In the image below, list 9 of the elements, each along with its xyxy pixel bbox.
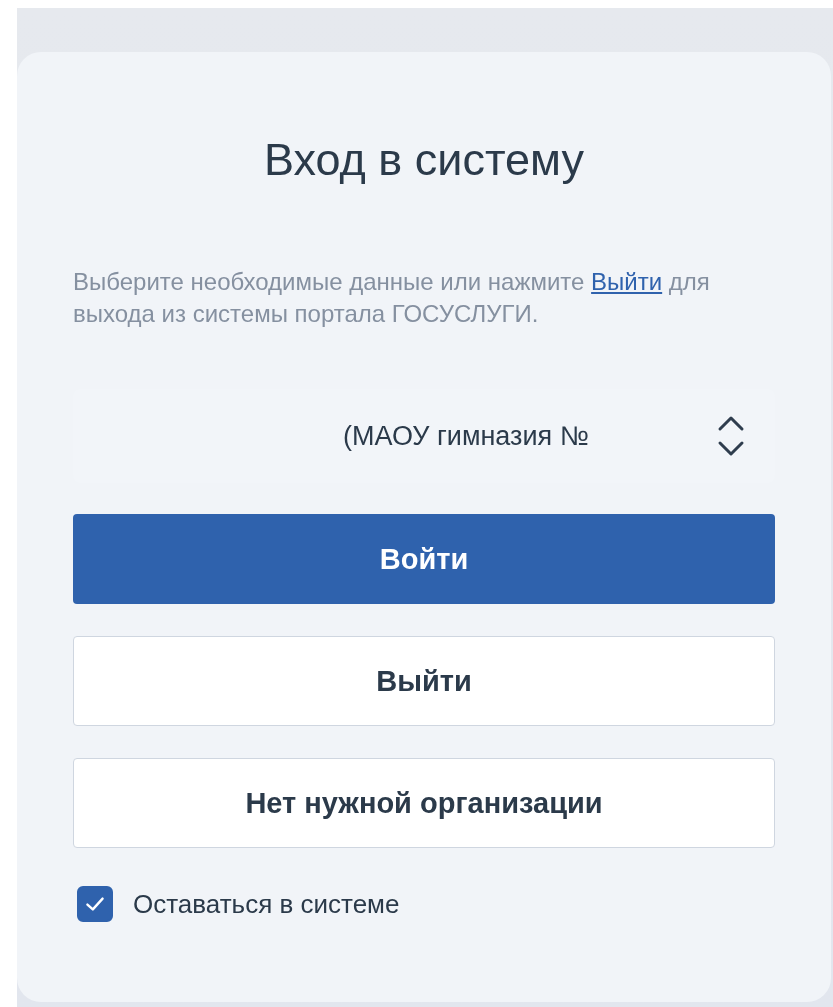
login-button[interactable]: Войти: [73, 514, 775, 604]
instruction-text: Выберите необходимые данные или нажмите Выйти для выхода из системы портала ГОСУСЛУГИ.: [73, 267, 711, 329]
no-organization-button[interactable]: Нет нужной организации: [73, 758, 775, 848]
logout-button[interactable]: Выйти: [73, 636, 775, 726]
logout-link[interactable]: Выйти: [591, 268, 663, 295]
up-down-chevron-icon: [717, 414, 745, 458]
checkbox[interactable]: [77, 886, 113, 922]
checkbox-label[interactable]: Оставаться в системе: [133, 888, 400, 920]
page-title: Вход в систему: [263, 133, 585, 187]
